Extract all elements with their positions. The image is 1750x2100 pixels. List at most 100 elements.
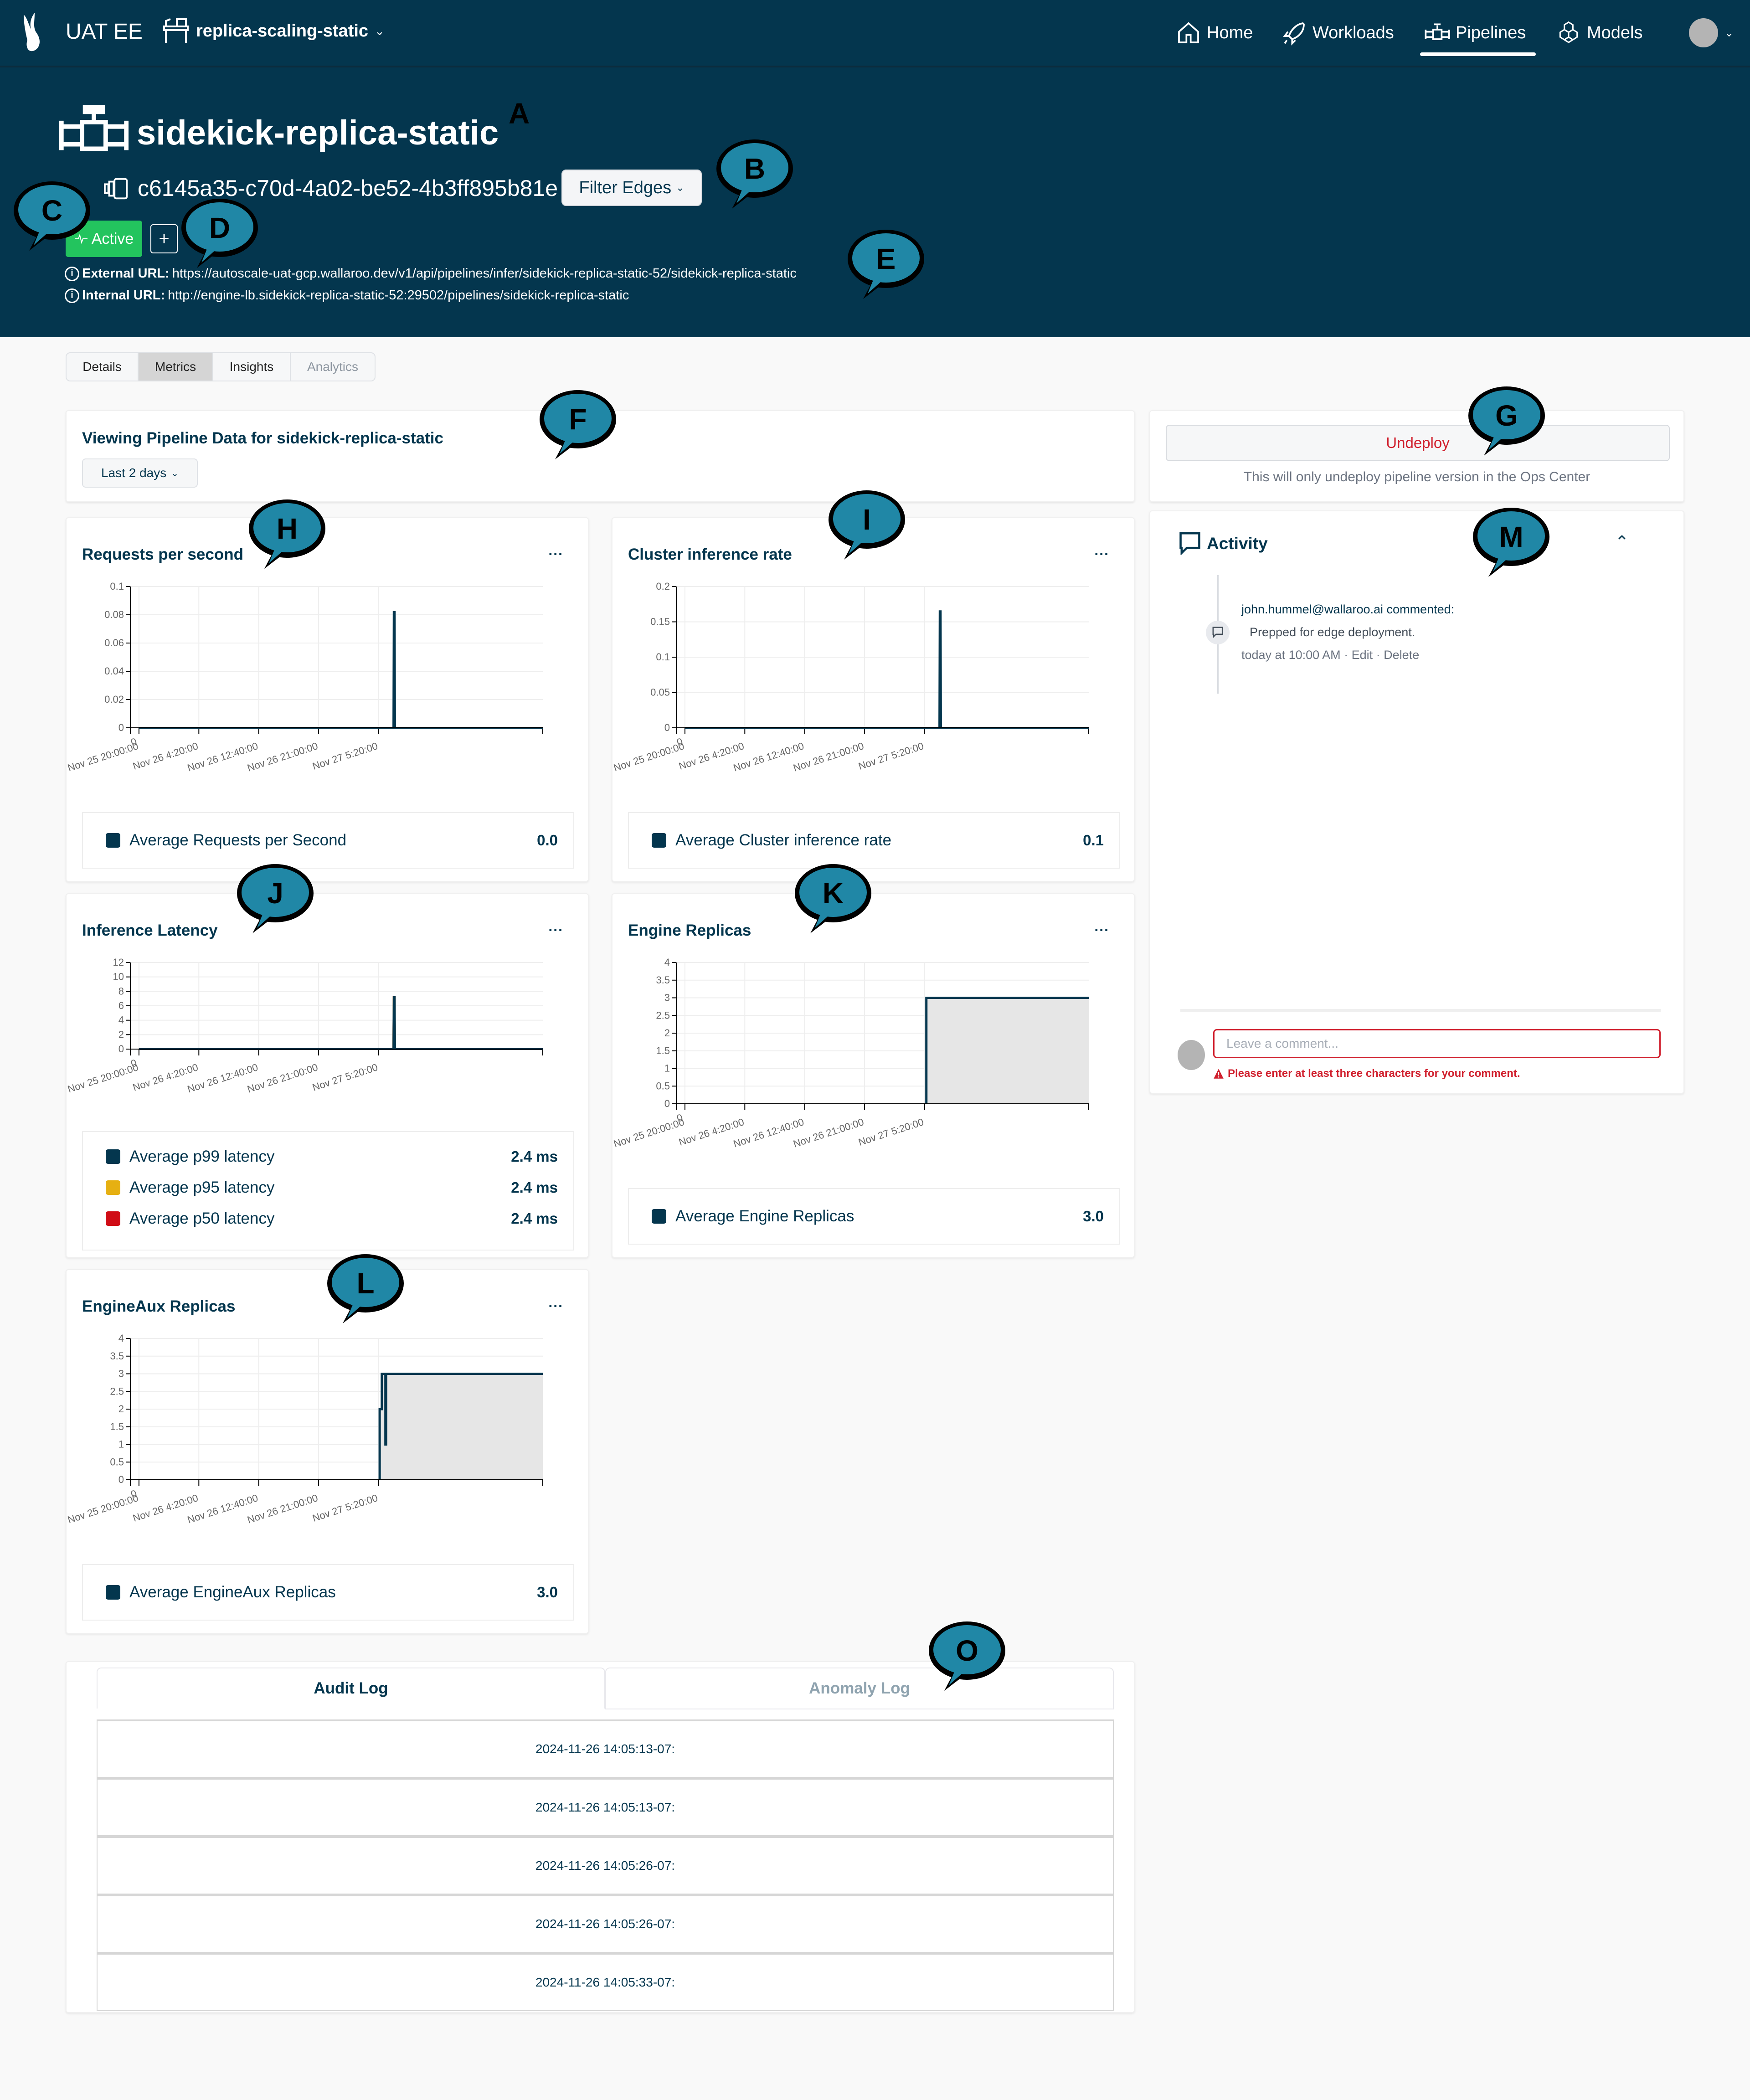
workspace-selector[interactable]: replica-scaling-static ⌄ bbox=[162, 16, 385, 46]
info-icon: i bbox=[65, 266, 79, 281]
tab-insights[interactable]: Insights bbox=[213, 353, 291, 381]
warning-icon bbox=[1214, 1069, 1224, 1079]
x-tick-label: Nov 27 5:20:00 bbox=[857, 740, 925, 772]
chart-title: Inference Latency bbox=[82, 921, 218, 939]
comment-bubble-icon bbox=[1206, 621, 1230, 644]
y-tick-label: 12 bbox=[113, 958, 124, 968]
workspace-icon bbox=[163, 18, 189, 43]
log-row[interactable]: 2024-11-26 14:05:13-07: bbox=[97, 1719, 1114, 1778]
legend-swatch bbox=[106, 833, 120, 848]
y-tick-label: 1 bbox=[664, 1063, 670, 1074]
log-row[interactable]: 2024-11-26 14:05:26-07: bbox=[97, 1836, 1114, 1894]
more-options-icon[interactable]: ... bbox=[1094, 542, 1109, 559]
wallaroo-logo-icon[interactable] bbox=[20, 13, 57, 54]
callout-letter: D bbox=[209, 211, 230, 244]
chevron-down-icon: ⌄ bbox=[171, 468, 179, 479]
chart-legend: Average Cluster inference rate 0.1 bbox=[628, 812, 1120, 869]
log-row[interactable]: 2024-11-26 14:05:26-07: bbox=[97, 1894, 1114, 1953]
nav-models-label: Models bbox=[1587, 23, 1643, 42]
app-name[interactable]: UAT EE bbox=[66, 19, 143, 44]
undeploy-note: This will only undeploy pipeline version… bbox=[1243, 469, 1590, 484]
view-tabs: Details Metrics Insights Analytics bbox=[66, 352, 376, 381]
user-avatar bbox=[1689, 18, 1718, 47]
chart-legend: Average Requests per Second 0.0 bbox=[82, 812, 574, 869]
external-url[interactable]: https://autoscale-uat-gcp.wallaroo.dev/v… bbox=[172, 266, 797, 281]
annotation-callout-k: K bbox=[795, 864, 871, 933]
engineaux-replicas-chart: 00.511.522.533.54Nov 25 20:00:00Nov 26 4… bbox=[67, 1334, 543, 1525]
chart-card-requests: Requests per second ... 0 0.02 0.04 0.06 0.0… bbox=[66, 517, 589, 882]
y-tick-label: 0 bbox=[118, 722, 124, 733]
topbar-divider bbox=[0, 66, 1750, 67]
legend-value: 2.4 ms bbox=[511, 1210, 558, 1227]
comment-meta[interactable]: today at 10:00 AM · Edit · Delete bbox=[1241, 648, 1419, 662]
filter-edges-label: Filter Edges bbox=[579, 178, 672, 197]
internal-url[interactable]: http://engine-lb.sidekick-replica-static… bbox=[168, 288, 629, 303]
y-tick-label: 1 bbox=[118, 1439, 124, 1450]
more-options-icon[interactable]: ... bbox=[548, 918, 563, 935]
callout-letter: E bbox=[876, 242, 896, 275]
tab-anomaly-log[interactable]: Anomaly Log bbox=[605, 1668, 1114, 1709]
y-tick-label: 4 bbox=[118, 1014, 124, 1026]
callout-letter: K bbox=[823, 877, 844, 910]
workspace-name: replica-scaling-static bbox=[196, 21, 369, 41]
add-button[interactable]: + bbox=[150, 224, 178, 253]
callout-letter: L bbox=[356, 1267, 374, 1300]
chart-card-cluster-rate: Cluster inference rate ... 0 0.05 0.1 0.15 0… bbox=[612, 517, 1135, 882]
filter-edges-dropdown[interactable]: Filter Edges ⌄ bbox=[561, 170, 702, 206]
y-tick-label: 3.5 bbox=[656, 974, 670, 986]
nav-pipelines-label: Pipelines bbox=[1456, 23, 1526, 42]
y-tick-label: 3 bbox=[118, 1368, 124, 1379]
nav-home[interactable]: Home bbox=[1176, 18, 1253, 47]
undeploy-button[interactable]: Undeploy bbox=[1166, 425, 1670, 461]
callout-letter: F bbox=[569, 403, 587, 436]
chart-legend: Average Engine Replicas 3.0 bbox=[628, 1188, 1120, 1245]
x-tick-label: Nov 27 5:20:00 bbox=[311, 740, 379, 772]
annotation-callout-e: E bbox=[848, 230, 924, 299]
chart-legend: Average EngineAux Replicas 3.0 bbox=[82, 1564, 574, 1621]
more-options-icon[interactable]: ... bbox=[1094, 918, 1109, 935]
log-row[interactable]: 2024-11-26 14:05:33-07: bbox=[97, 1953, 1114, 2011]
annotation-callout-m: M bbox=[1473, 508, 1549, 577]
annotation-callout-l: L bbox=[327, 1254, 404, 1323]
activity-header: Activity bbox=[1179, 532, 1268, 555]
external-url-label: External URL: bbox=[82, 266, 170, 281]
chevron-up-icon[interactable]: ⌃ bbox=[1615, 532, 1629, 551]
pipeline-title-icon bbox=[59, 105, 129, 151]
time-range-dropdown[interactable]: Last 2 days ⌄ bbox=[82, 458, 198, 488]
legend-label: Average p99 latency bbox=[129, 1148, 275, 1165]
legend-row: Average Requests per Second 0.0 bbox=[106, 831, 558, 849]
comment-author: john.hummel@wallaroo.ai commented: bbox=[1241, 602, 1455, 616]
callout-letter: O bbox=[956, 1634, 978, 1667]
active-nav-indicator bbox=[1420, 52, 1536, 56]
log-row[interactable]: 2024-11-26 14:05:13-07: bbox=[97, 1778, 1114, 1836]
nav-models[interactable]: Models bbox=[1556, 18, 1643, 47]
cluster-rate-chart: 00.050.10.150.2Nov 25 20:00:00Nov 26 4:2… bbox=[612, 582, 1089, 773]
series-line bbox=[685, 610, 1089, 729]
y-tick-label: 8 bbox=[118, 985, 124, 997]
nav-workloads[interactable]: Workloads bbox=[1282, 18, 1394, 47]
y-tick-label: 0.2 bbox=[656, 582, 670, 592]
more-options-icon[interactable]: ... bbox=[548, 542, 563, 559]
y-tick-label: 2 bbox=[118, 1403, 124, 1415]
series-area bbox=[926, 998, 1089, 1104]
nav-pipelines[interactable]: Pipelines bbox=[1425, 18, 1526, 47]
x-tick-label: Nov 25 20:00:00 bbox=[612, 740, 685, 773]
annotation-callout-i: I bbox=[829, 490, 905, 560]
comment-error: Please enter at least three characters f… bbox=[1213, 1067, 1520, 1080]
y-tick-label: 0 bbox=[118, 1474, 124, 1485]
tab-details[interactable]: Details bbox=[67, 353, 139, 381]
user-menu[interactable]: ⌄ bbox=[1689, 18, 1734, 47]
series-line bbox=[139, 996, 543, 1050]
x-tick-label: Nov 25 20:00:00 bbox=[67, 740, 139, 773]
comment-input[interactable] bbox=[1213, 1029, 1661, 1058]
callout-letter: M bbox=[1499, 520, 1523, 553]
legend-label: Average p95 latency bbox=[129, 1179, 275, 1196]
annotation-callout-d: D bbox=[181, 199, 258, 268]
y-tick-label: 1.5 bbox=[110, 1421, 124, 1432]
nav-home-label: Home bbox=[1207, 23, 1253, 42]
user-avatar bbox=[1178, 1040, 1205, 1070]
tab-audit-log[interactable]: Audit Log bbox=[97, 1668, 605, 1709]
y-tick-label: 2 bbox=[664, 1027, 670, 1039]
tab-metrics[interactable]: Metrics bbox=[139, 353, 213, 381]
more-options-icon[interactable]: ... bbox=[548, 1294, 563, 1311]
